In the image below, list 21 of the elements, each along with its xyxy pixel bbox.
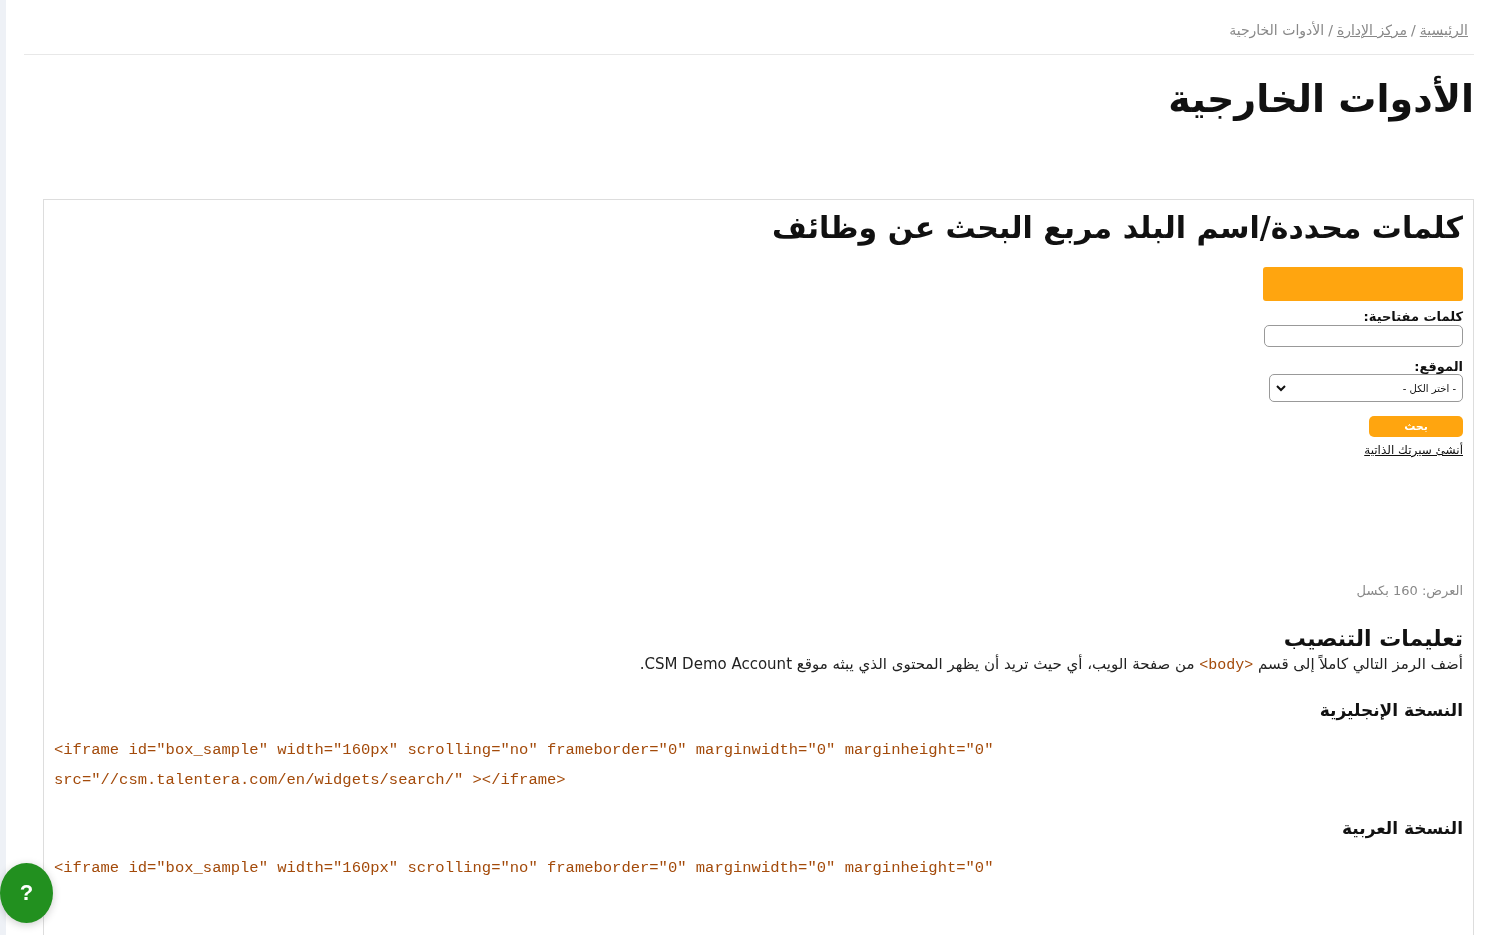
width-note: العرض: 160 بكسل [1355,583,1463,598]
location-label: الموقع: [1413,359,1463,374]
breadcrumb-link[interactable]: مركز الإدارة [1336,22,1408,38]
keywords-label: كلمات مفتاحية: [1362,309,1463,324]
version-title: النسخة العربية [1341,818,1463,838]
breadcrumb-current: الأدوات الخارجية [1229,22,1325,38]
keywords-field[interactable] [1264,325,1463,347]
breadcrumb-link[interactable]: الرئيسية [1419,22,1468,38]
breadcrumb-separator: / [1411,22,1416,38]
chevron-down-icon [1276,384,1286,392]
create-cv-link[interactable]: أنشئ سيرتك الذاتية [1345,443,1463,457]
code-line: <iframe id="box_sample" width="160px" scrolling="no" frameborder="0" marginwidth="0" marginheight="0" [54,858,995,879]
code-line: src="//csm.talentera.com/en/widgets/search/" ></iframe> [54,770,567,791]
page-title: الأدوات الخارجية [1167,77,1474,121]
version-title: النسخة الإنجليزية [1318,700,1463,720]
location-select[interactable]: - اختر الكل - [1269,374,1463,402]
help-button[interactable]: ? [0,863,53,923]
widget-title: كلمات محددة/اسم البلد مربع البحث عن وظائف [771,210,1463,245]
breadcrumb-separator: / [1328,22,1333,38]
instructions-title: تعليمات التنصيب [1282,626,1463,651]
code-line: <iframe id="box_sample" width="160px" scrolling="no" frameborder="0" marginwidth="0" marginheight="0" [54,740,995,761]
